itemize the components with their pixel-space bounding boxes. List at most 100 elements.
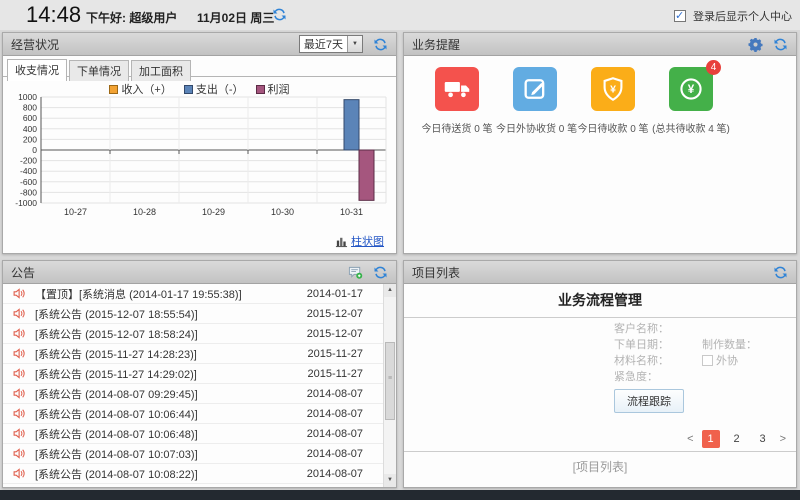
reminder-label: 今日待送货 0 笔 bbox=[418, 120, 496, 135]
status-tabs: 收支情况下单情况加工面积 bbox=[3, 56, 396, 77]
scrollbar[interactable]: ▲ ≡ ▼ bbox=[383, 284, 396, 487]
page-number[interactable]: 3 bbox=[754, 430, 772, 448]
svg-text:10-30: 10-30 bbox=[271, 207, 294, 217]
announcement-text: [系统公告 (2015-12-07 18:58:24)] bbox=[35, 326, 198, 342]
scroll-down-button[interactable]: ▼ bbox=[384, 474, 396, 487]
announcement-date: 2014-01-17 bbox=[307, 288, 363, 300]
reminder-payment-total[interactable]: 4 (总共待收款 4 笔) bbox=[652, 67, 730, 135]
page-number[interactable]: 1 bbox=[702, 430, 720, 448]
project-list-header: 项目列表 bbox=[404, 261, 796, 284]
svg-text:-600: -600 bbox=[20, 177, 37, 187]
announcements-panel: 公告 【置顶】[系统消息 (2014-01-17 19:55:38)] 2014… bbox=[2, 260, 397, 488]
announcement-text: [系统公告 (2014-08-07 10:06:48)] bbox=[35, 426, 198, 442]
business-status-panel: 经营状况 最近7天 ▼ 收支情况下单情况加工面积 收入（+）支出（-）利润 -1… bbox=[2, 32, 397, 254]
greeting: 下午好: 超级用户 bbox=[86, 9, 177, 26]
project-list-panel: 项目列表 业务流程管理 客户名称： 下单日期： 制作数量： 材料名称： 外协 紧… bbox=[403, 260, 797, 488]
track-process-button[interactable]: 流程跟踪 bbox=[614, 389, 684, 413]
chevron-down-icon: ▼ bbox=[347, 36, 362, 52]
bar-chart: -1000-800-600-400-2000200400600800100010… bbox=[7, 93, 392, 225]
refresh-icon[interactable] bbox=[373, 37, 388, 52]
announcements-header: 公告 bbox=[3, 261, 396, 284]
reminder-payment-today[interactable]: 今日待收款 0 笔 bbox=[574, 67, 652, 135]
outsourcing-checkbox[interactable] bbox=[702, 355, 713, 366]
speaker-icon bbox=[13, 407, 26, 420]
refresh-icon[interactable] bbox=[773, 265, 788, 280]
quantity-label: 制作数量： bbox=[702, 336, 757, 352]
announcement-text: [系统公告 (2014-08-07 10:06:44)] bbox=[35, 406, 198, 422]
scroll-up-button[interactable]: ▲ bbox=[384, 284, 396, 297]
reminder-outsource-receipt[interactable]: 今日外协收货 0 笔 bbox=[496, 67, 574, 135]
svg-text:-400: -400 bbox=[20, 166, 37, 176]
svg-text:10-27: 10-27 bbox=[64, 207, 87, 217]
list-item[interactable]: [系统公告 (2014-08-07 10:06:48)] 2014-08-07 bbox=[3, 424, 383, 444]
chart-area: -1000-800-600-400-2000200400600800100010… bbox=[3, 92, 396, 230]
announcement-text: [系统公告 (2015-11-27 14:29:02)] bbox=[35, 366, 197, 382]
announcement-text: [系统公告 (2015-12-07 18:55:54)] bbox=[35, 306, 198, 322]
speaker-icon bbox=[13, 327, 26, 340]
announcement-date: 2014-08-07 bbox=[307, 468, 363, 480]
list-item[interactable]: 【置顶】[系统消息 (2014-01-17 19:55:38)] 2014-01… bbox=[3, 284, 383, 304]
announcement-text: [系统公告 (2015-11-27 14:28:23)] bbox=[35, 346, 197, 362]
list-item[interactable]: [系统公告 (2015-12-07 18:58:24)] 2015-12-07 bbox=[3, 324, 383, 344]
refresh-icon[interactable] bbox=[373, 265, 388, 280]
date-display: 11月02日 周三 bbox=[197, 9, 274, 26]
svg-text:200: 200 bbox=[23, 134, 37, 144]
speaker-icon bbox=[13, 427, 26, 440]
tab-processing-area[interactable]: 加工面积 bbox=[131, 60, 191, 81]
order-date-label: 下单日期： bbox=[614, 339, 669, 351]
svg-text:400: 400 bbox=[23, 124, 37, 134]
personal-center-label: 登录后显示个人中心 bbox=[693, 8, 792, 24]
personal-center-checkbox[interactable] bbox=[674, 10, 686, 22]
announcement-date: 2015-11-27 bbox=[308, 348, 363, 360]
project-body: 业务流程管理 客户名称： 下单日期： 制作数量： 材料名称： 外协 紧急度： 流… bbox=[404, 284, 796, 487]
announcement-list: 【置顶】[系统消息 (2014-01-17 19:55:38)] 2014-01… bbox=[3, 284, 383, 487]
edit-icon bbox=[513, 67, 557, 111]
divider bbox=[404, 451, 796, 452]
announcement-date: 2015-12-07 bbox=[307, 328, 363, 340]
list-item[interactable]: [系统公告 (2014-08-07 10:06:44)] 2014-08-07 bbox=[3, 404, 383, 424]
tab-orders[interactable]: 下单情况 bbox=[69, 60, 129, 81]
business-reminder-panel: 业务提醒 今日待送货 0 笔 今日外协收货 0 笔 今日待收款 0 笔 4 (总… bbox=[403, 32, 797, 254]
speaker-icon bbox=[13, 467, 26, 480]
chart-type-link-row: 柱状图 bbox=[335, 233, 384, 249]
prev-page-button[interactable]: < bbox=[687, 433, 693, 445]
refresh-icon[interactable] bbox=[272, 7, 287, 22]
greeting-text: 下午好: bbox=[86, 11, 126, 25]
svg-text:800: 800 bbox=[23, 103, 37, 113]
svg-text:10-31: 10-31 bbox=[340, 207, 363, 217]
announcement-date: 2014-08-07 bbox=[307, 448, 363, 460]
business-status-header: 经营状况 最近7天 ▼ bbox=[3, 33, 396, 56]
list-item[interactable]: [系统公告 (2015-12-07 18:55:54)] 2015-12-07 bbox=[3, 304, 383, 324]
list-item[interactable]: [系统公告 (2014-08-07 09:29:45)] 2014-08-07 bbox=[3, 384, 383, 404]
svg-text:600: 600 bbox=[23, 113, 37, 123]
list-item[interactable]: [系统公告 (2015-11-27 14:28:23)] 2015-11-27 bbox=[3, 344, 383, 364]
speaker-icon bbox=[13, 387, 26, 400]
announcement-date: 2014-08-07 bbox=[307, 408, 363, 420]
speaker-icon bbox=[13, 307, 26, 320]
announcement-list-area: 【置顶】[系统消息 (2014-01-17 19:55:38)] 2014-01… bbox=[3, 284, 396, 487]
speaker-icon bbox=[13, 367, 26, 380]
personal-center-option: 登录后显示个人中心 bbox=[674, 8, 792, 24]
reminder-delivery[interactable]: 今日待送货 0 笔 bbox=[418, 67, 496, 135]
date-range-select[interactable]: 最近7天 ▼ bbox=[299, 35, 363, 53]
tab-income-expense[interactable]: 收支情况 bbox=[7, 59, 67, 81]
panel-title: 公告 bbox=[11, 264, 348, 281]
refresh-icon[interactable] bbox=[773, 37, 788, 52]
speaker-icon bbox=[13, 347, 26, 360]
range-select-value: 最近7天 bbox=[300, 36, 347, 52]
page-number[interactable]: 2 bbox=[728, 430, 746, 448]
svg-text:-1000: -1000 bbox=[15, 198, 37, 208]
material-name-label: 材料名称： bbox=[614, 355, 669, 367]
add-announcement-icon[interactable] bbox=[348, 265, 363, 280]
panel-title: 经营状况 bbox=[11, 36, 299, 53]
next-page-button[interactable]: > bbox=[780, 433, 786, 445]
username: 超级用户 bbox=[129, 11, 177, 25]
scrollbar-thumb[interactable]: ≡ bbox=[385, 342, 395, 420]
gear-icon[interactable] bbox=[748, 37, 763, 52]
list-item[interactable]: [系统公告 (2015-11-27 14:29:02)] 2015-11-27 bbox=[3, 364, 383, 384]
bar-chart-link[interactable]: 柱状图 bbox=[351, 233, 384, 249]
clock: 14:48 bbox=[26, 2, 81, 28]
list-item[interactable]: [系统公告 (2014-08-07 10:07:03)] 2014-08-07 bbox=[3, 444, 383, 464]
list-item[interactable]: [系统公告 (2014-08-07 10:08:22)] 2014-08-07 bbox=[3, 464, 383, 484]
bar-chart-icon bbox=[335, 235, 348, 248]
